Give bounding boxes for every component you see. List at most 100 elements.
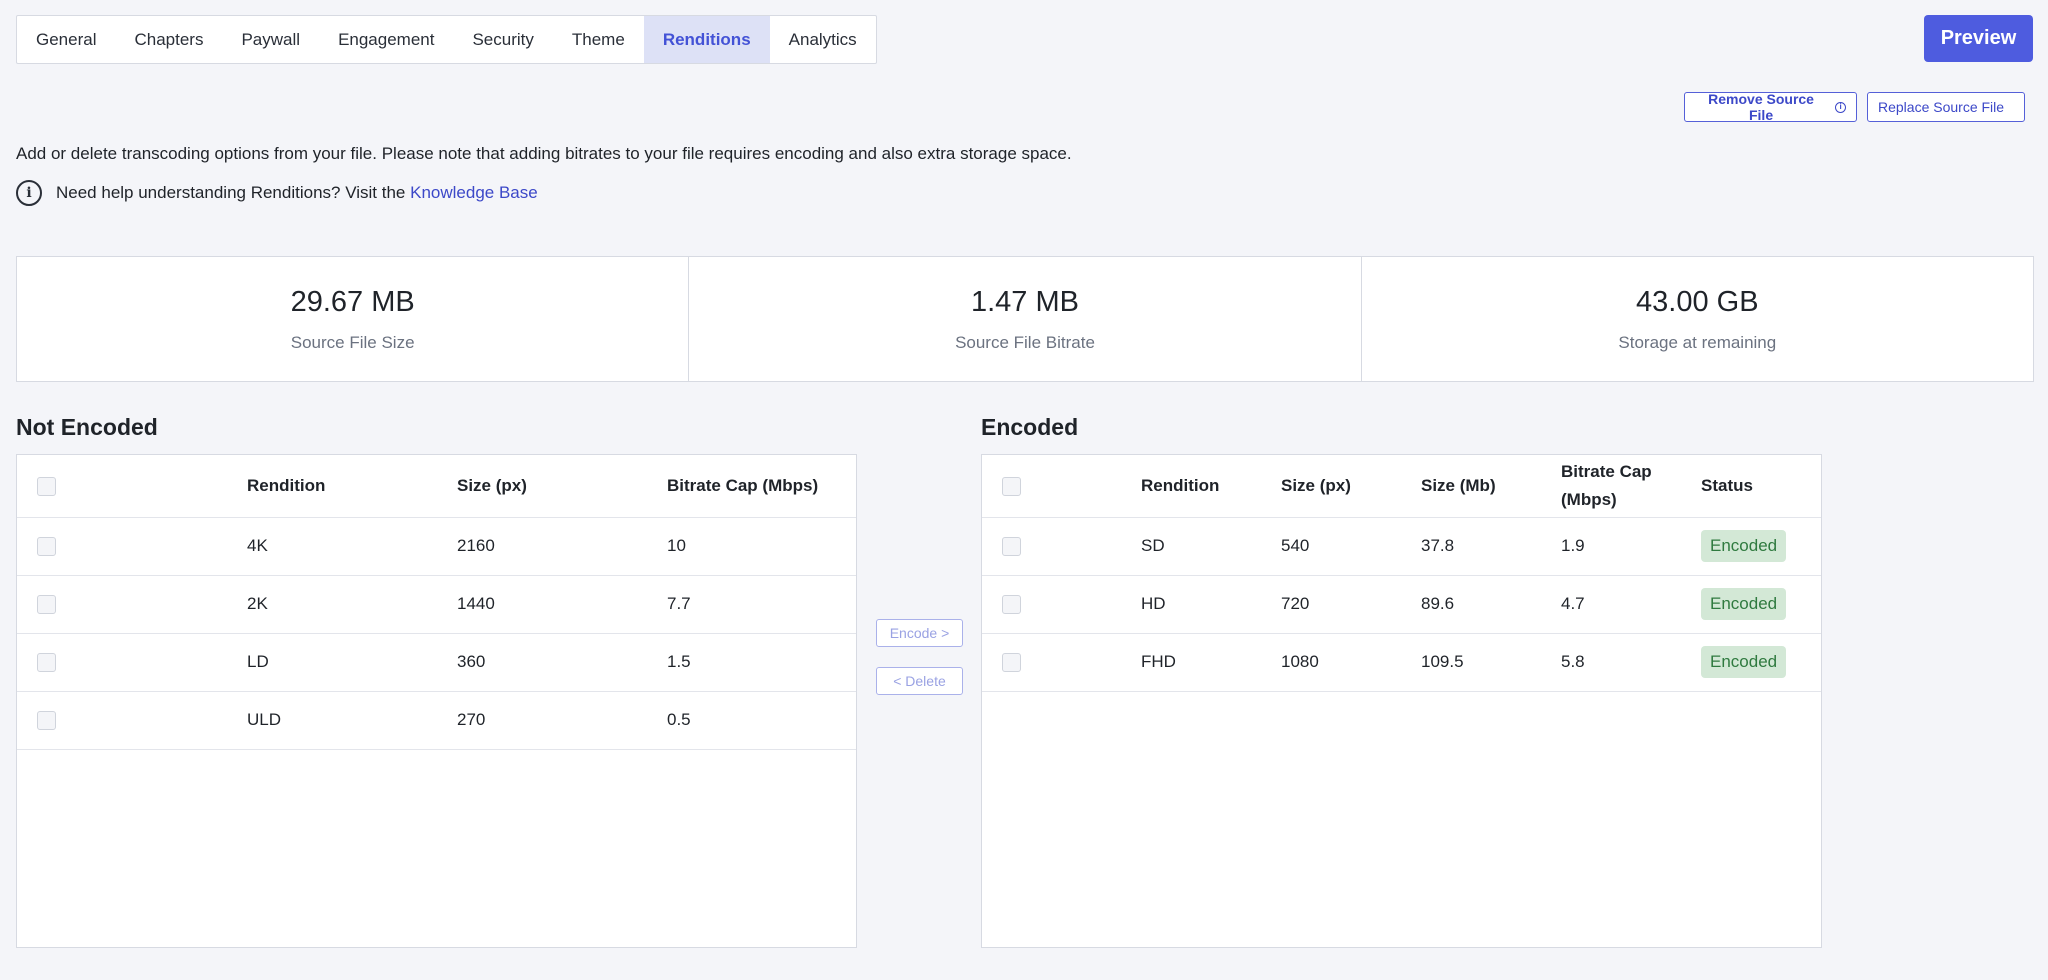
cell-rendition: 4K (247, 517, 457, 576)
table-header-row: Rendition Size (px) Size (Mb) Bitrate Ca… (982, 455, 1821, 518)
table-row: 2K 1440 7.7 (17, 575, 856, 634)
cell-bitrate: 10 (667, 517, 856, 576)
tab-analytics[interactable]: Analytics (770, 16, 876, 63)
tab-security[interactable]: Security (453, 16, 552, 63)
cell-bitrate: 1.9 (1561, 517, 1701, 576)
row-checkbox-cell (982, 517, 1141, 576)
table-header-row: Rendition Size (px) Bitrate Cap (Mbps) (17, 455, 856, 518)
row-checkbox[interactable] (37, 653, 56, 672)
cell-rendition: SD (1141, 517, 1281, 576)
stat-value: 1.47 MB (970, 285, 1079, 318)
info-circle-icon: i (16, 180, 42, 206)
row-checkbox[interactable] (1002, 653, 1021, 672)
row-checkbox[interactable] (1002, 537, 1021, 556)
column-header: Size (Mb) (1421, 455, 1561, 518)
not-encoded-title: Not Encoded (16, 414, 158, 440)
preview-button[interactable]: Preview (1924, 15, 2033, 62)
cell-rendition: HD (1141, 575, 1281, 634)
column-header: Bitrate Cap (Mbps) (667, 455, 856, 518)
encoded-table-panel: Rendition Size (px) Size (Mb) Bitrate Ca… (981, 454, 1822, 948)
select-all-cell (17, 455, 247, 518)
stat-source-file-bitrate: 1.47 MB Source File Bitrate (689, 257, 1362, 381)
tab-chapters[interactable]: Chapters (115, 16, 222, 63)
encoded-table: Rendition Size (px) Size (Mb) Bitrate Ca… (982, 455, 1821, 692)
cell-status: Encoded (1701, 575, 1821, 634)
table-row: SD 540 37.8 1.9 Encoded (982, 517, 1821, 576)
cell-size-mb: 37.8 (1421, 517, 1561, 576)
encode-button[interactable]: Encode > (876, 619, 963, 647)
table-row: FHD 1080 109.5 5.8 Encoded (982, 633, 1821, 692)
tab-theme[interactable]: Theme (553, 16, 644, 63)
cell-size-px: 720 (1281, 575, 1421, 634)
info-icon: i (1835, 101, 1846, 113)
replace-source-file-button[interactable]: Replace Source File (1867, 92, 2025, 122)
stat-label: Source File Size (290, 332, 415, 352)
stat-label: Source File Bitrate (955, 332, 1095, 352)
cell-bitrate: 1.5 (667, 633, 856, 692)
row-checkbox[interactable] (37, 595, 56, 614)
cell-size-px: 540 (1281, 517, 1421, 576)
row-checkbox-cell (17, 517, 247, 576)
select-all-cell (982, 455, 1141, 518)
cell-bitrate: 5.8 (1561, 633, 1701, 692)
row-checkbox-cell (982, 633, 1141, 692)
cell-size-px: 270 (457, 691, 667, 750)
stat-source-file-size: 29.67 MB Source File Size (17, 257, 690, 381)
encoded-title: Encoded (981, 414, 1079, 440)
tab-paywall[interactable]: Paywall (222, 16, 319, 63)
status-badge: Encoded (1701, 588, 1787, 620)
help-row: i Need help understanding Renditions? Vi… (16, 180, 538, 206)
stat-value: 29.67 MB (290, 285, 415, 318)
row-checkbox-cell (17, 633, 247, 692)
table-row: HD 720 89.6 4.7 Encoded (982, 575, 1821, 634)
table-row: 4K 2160 10 (17, 517, 856, 576)
column-header: Size (px) (457, 455, 667, 518)
row-checkbox[interactable] (37, 711, 56, 730)
status-badge: Encoded (1701, 646, 1787, 678)
cell-status: Encoded (1701, 517, 1821, 576)
select-all-checkbox[interactable] (37, 476, 56, 496)
cell-rendition: FHD (1141, 633, 1281, 692)
renditions-description: Add or delete transcoding options from y… (16, 144, 1072, 163)
remove-source-file-button[interactable]: Remove Source File i (1684, 91, 1857, 123)
help-text-wrapper: Need help understanding Renditions? Visi… (56, 183, 538, 203)
cell-size-px: 1440 (457, 575, 667, 634)
cell-bitrate: 0.5 (667, 691, 856, 750)
select-all-checkbox[interactable] (1002, 476, 1021, 496)
not-encoded-table: Rendition Size (px) Bitrate Cap (Mbps) 4… (17, 455, 856, 750)
row-checkbox-cell (17, 575, 247, 634)
stat-storage-remaining: 43.00 GB Storage at remaining (1362, 257, 2033, 381)
column-header: Bitrate Cap (Mbps) (1561, 455, 1701, 518)
table-row: LD 360 1.5 (17, 633, 856, 692)
column-header: Size (px) (1281, 455, 1421, 518)
column-header: Rendition (247, 455, 457, 518)
help-text: Need help understanding Renditions? Visi… (56, 183, 406, 202)
cell-bitrate: 7.7 (667, 575, 856, 634)
not-encoded-table-panel: Rendition Size (px) Bitrate Cap (Mbps) 4… (16, 454, 857, 948)
delete-button[interactable]: < Delete (876, 667, 963, 695)
row-checkbox[interactable] (1002, 595, 1021, 614)
cell-bitrate: 4.7 (1561, 575, 1701, 634)
tab-renditions[interactable]: Renditions (643, 16, 770, 63)
cell-rendition: 2K (247, 575, 457, 634)
cell-size-px: 360 (457, 633, 667, 692)
row-checkbox[interactable] (37, 537, 56, 556)
remove-source-file-label: Remove Source File (1708, 91, 1814, 123)
knowledge-base-link[interactable]: Knowledge Base (410, 183, 538, 202)
tab-general[interactable]: General (17, 16, 115, 63)
row-checkbox-cell (17, 691, 247, 750)
file-stats: 29.67 MB Source File Size 1.47 MB Source… (16, 256, 2034, 382)
cell-rendition: LD (247, 633, 457, 692)
column-header: Rendition (1141, 455, 1281, 518)
tab-engagement[interactable]: Engagement (319, 16, 453, 63)
cell-status: Encoded (1701, 633, 1821, 692)
status-badge: Encoded (1701, 530, 1787, 562)
cell-size-px: 2160 (457, 517, 667, 576)
column-header: Status (1701, 455, 1821, 518)
table-row: ULD 270 0.5 (17, 691, 856, 750)
row-checkbox-cell (982, 575, 1141, 634)
cell-size-mb: 89.6 (1421, 575, 1561, 634)
cell-rendition: ULD (247, 691, 457, 750)
stat-label: Storage at remaining (1618, 332, 1777, 352)
cell-size-px: 1080 (1281, 633, 1421, 692)
